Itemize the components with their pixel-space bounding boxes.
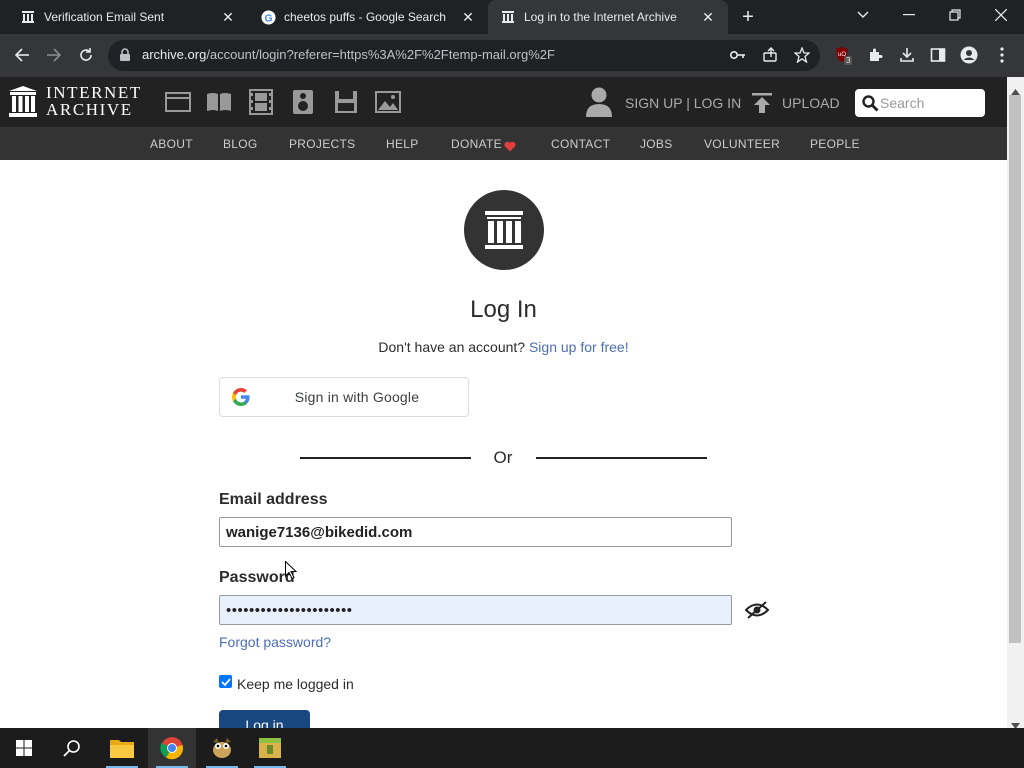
tab-title: cheetos puffs - Google Search <box>284 10 446 24</box>
archive-favicon-icon <box>500 9 516 25</box>
taskbar-search-icon[interactable] <box>48 728 96 768</box>
close-window-icon[interactable] <box>978 0 1024 30</box>
site-logo[interactable]: INTERNET ARCHIVE <box>46 84 142 118</box>
password-label: Password <box>219 569 295 586</box>
toggle-password-visibility-icon[interactable] <box>744 600 770 620</box>
nav-jobs[interactable]: JOBS <box>640 137 673 151</box>
close-tab-icon[interactable]: ✕ <box>460 9 476 25</box>
search-input[interactable] <box>880 92 980 114</box>
archive-building-icon <box>485 211 523 249</box>
tab-title: Verification Email Sent <box>44 10 165 24</box>
or-separator: Or <box>493 448 513 467</box>
tab-verification-email[interactable]: Verification Email Sent ✕ <box>8 0 248 34</box>
mascot-app-icon[interactable] <box>198 728 246 768</box>
texts-book-icon[interactable] <box>206 89 232 115</box>
google-favicon-icon: G <box>260 9 276 25</box>
nav-contact[interactable]: CONTACT <box>551 137 610 151</box>
keep-logged-in-checkbox[interactable] <box>219 675 232 688</box>
share-icon[interactable] <box>756 41 784 69</box>
archive-manager-icon[interactable] <box>246 728 294 768</box>
email-field[interactable] <box>219 517 732 547</box>
back-icon[interactable] <box>8 41 36 69</box>
search-icon[interactable] <box>862 95 879 117</box>
nav-volunteer[interactable]: VOLUNTEER <box>704 137 780 151</box>
url-host: archive.org <box>142 47 207 62</box>
svg-text:G: G <box>264 13 272 24</box>
software-floppy-icon[interactable] <box>333 89 359 115</box>
donate-heart-icon[interactable] <box>504 139 516 157</box>
new-tab-icon[interactable]: + <box>737 6 759 28</box>
no-account-text: Don't have an account? <box>378 339 526 355</box>
archive-circle-logo <box>464 190 544 270</box>
browser-menu-icon[interactable] <box>988 41 1016 69</box>
video-film-icon[interactable] <box>248 89 274 115</box>
nav-blog[interactable]: BLOG <box>223 137 258 151</box>
images-photo-icon[interactable] <box>375 89 401 115</box>
nav-people[interactable]: PEOPLE <box>810 137 860 151</box>
logo-line-1: INTERNET <box>46 83 142 102</box>
nav-help[interactable]: HELP <box>386 137 419 151</box>
signup-link[interactable]: Sign up for free! <box>529 339 629 355</box>
nav-projects[interactable]: PROJECTS <box>289 137 355 151</box>
url-path: /account/login?referer=https%3A%2F%2Ftem… <box>206 47 555 62</box>
tab-google-search[interactable]: G cheetos puffs - Google Search ✕ <box>248 0 488 34</box>
checkmark-icon <box>220 677 231 686</box>
archive-favicon-icon <box>20 9 36 25</box>
google-button-label: Sign in with Google <box>294 389 420 405</box>
restore-icon[interactable] <box>932 0 978 30</box>
chrome-taskbar-icon[interactable] <box>148 728 196 768</box>
signup-prompt: Don't have an account? Sign up for free! <box>0 339 1007 355</box>
tab-search-chevron-icon[interactable] <box>840 0 886 30</box>
nav-about[interactable]: ABOUT <box>150 137 193 151</box>
download-icon[interactable] <box>893 41 921 69</box>
reload-icon[interactable] <box>72 41 100 69</box>
extension-badge: 3 <box>844 56 853 65</box>
lock-icon[interactable] <box>119 48 131 67</box>
email-label: Email address <box>219 491 328 508</box>
minimize-icon[interactable] <box>886 0 932 30</box>
page-title: Log In <box>470 296 537 323</box>
extensions-puzzle-icon[interactable] <box>861 41 889 69</box>
ublock-extension-icon[interactable]: uO 3 <box>829 41 857 69</box>
bookmark-star-icon[interactable] <box>788 41 816 69</box>
sign-in-with-google-button[interactable]: Sign in with Google <box>219 377 469 417</box>
key-icon[interactable] <box>724 41 752 69</box>
side-panel-icon[interactable] <box>924 41 952 69</box>
logo-line-2: ARCHIVE <box>46 100 133 119</box>
divider-left <box>300 457 471 459</box>
keep-logged-in-label[interactable]: Keep me logged in <box>237 676 354 692</box>
forgot-password-link[interactable]: Forgot password? <box>219 634 331 650</box>
windows-start-icon[interactable] <box>0 728 48 768</box>
profile-icon[interactable] <box>955 41 983 69</box>
divider-right <box>536 457 707 459</box>
user-avatar-icon[interactable] <box>585 86 613 123</box>
url-text[interactable]: archive.org/account/login?referer=https%… <box>142 47 555 62</box>
tab-internet-archive-login[interactable]: Log in to the Internet Archive ✕ <box>488 0 728 34</box>
tab-title: Log in to the Internet Archive <box>524 10 677 24</box>
scrollbar-thumb[interactable] <box>1009 95 1021 643</box>
upload-icon[interactable] <box>751 92 773 119</box>
nav-donate[interactable]: DONATE <box>451 137 502 151</box>
mouse-cursor-icon <box>285 560 298 584</box>
file-explorer-icon[interactable] <box>98 728 146 768</box>
password-field[interactable] <box>219 595 732 625</box>
signup-login-link[interactable]: SIGN UP | LOG IN <box>625 95 741 111</box>
close-tab-icon[interactable]: ✕ <box>700 9 716 25</box>
web-icon[interactable] <box>165 89 191 115</box>
upload-link[interactable]: UPLOAD <box>782 95 840 111</box>
forward-icon[interactable] <box>40 41 68 69</box>
close-tab-icon[interactable]: ✕ <box>220 9 236 25</box>
archive-logo-icon[interactable] <box>9 86 37 123</box>
audio-speaker-icon[interactable] <box>290 89 316 115</box>
